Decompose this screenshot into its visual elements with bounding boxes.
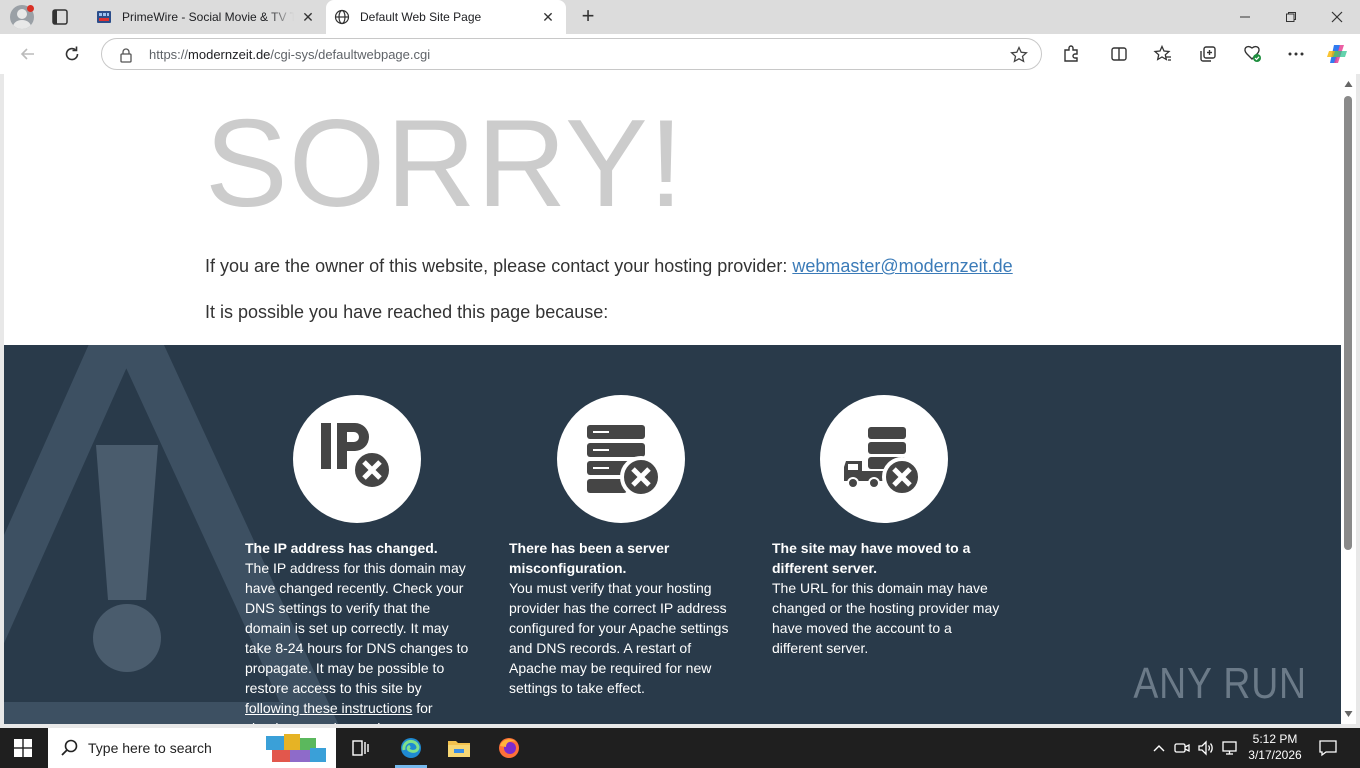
- profile-notification-dot: [27, 5, 34, 12]
- search-placeholder: Type here to search: [88, 740, 212, 756]
- tab-actions-icon[interactable]: [50, 7, 70, 27]
- url-text: https://modernzeit.de/cgi-sys/defaultweb…: [149, 47, 431, 62]
- anyrun-watermark: ANY RUN: [1118, 659, 1322, 709]
- tab-default-page[interactable]: Default Web Site Page ✕: [326, 0, 566, 34]
- site-info-lock-icon[interactable]: [118, 47, 134, 63]
- refresh-icon[interactable]: [58, 40, 86, 68]
- search-highlight-puzzle-icon: [266, 734, 326, 762]
- show-hidden-icons-chevron-icon[interactable]: [1149, 738, 1169, 758]
- reason-body: The URL for this domain may have changed…: [772, 580, 1000, 656]
- tab-title: PrimeWire - Social Movie & TV Trackers: [122, 10, 294, 24]
- reason-body: The IP address for this domain may have …: [245, 560, 469, 724]
- volume-icon[interactable]: [1196, 738, 1216, 758]
- film-favicon-icon: [96, 9, 112, 25]
- copilot-icon[interactable]: [1326, 43, 1348, 65]
- server-moved-icon: [820, 395, 948, 523]
- tab-close-icon[interactable]: ✕: [300, 9, 316, 25]
- network-icon[interactable]: [1220, 738, 1240, 758]
- collections-icon[interactable]: [1197, 43, 1219, 65]
- tab-close-icon[interactable]: ✕: [540, 9, 556, 25]
- reasons-panel: The IP address has changed. The IP addre…: [4, 345, 1341, 724]
- instructions-link[interactable]: following these instructions: [245, 700, 412, 716]
- clock-time: 5:12 PM: [1252, 732, 1298, 746]
- ip-error-icon: [293, 395, 421, 523]
- server-error-icon: [557, 395, 685, 523]
- reason-body: You must verify that your hosting provid…: [509, 580, 729, 696]
- windows-taskbar: Type here to search 5:12 PM 3/17/2026: [0, 728, 1360, 768]
- reason-intro-text: It is possible you have reached this pag…: [205, 302, 609, 322]
- vertical-scrollbar[interactable]: [1341, 74, 1356, 724]
- page-viewport: SORRY! If you are the owner of this webs…: [4, 74, 1341, 724]
- tab-title: Default Web Site Page: [360, 10, 482, 24]
- globe-icon: [334, 9, 350, 25]
- webmaster-email-link[interactable]: webmaster@modernzeit.de: [792, 256, 1012, 276]
- reason-heading: There has been a server misconfiguration…: [509, 540, 670, 576]
- tab-primewire[interactable]: PrimeWire - Social Movie & TV Trackers ✕: [88, 0, 326, 34]
- favorites-icon[interactable]: [1152, 43, 1174, 65]
- new-tab-icon[interactable]: +: [577, 5, 599, 28]
- owner-contact-text: If you are the owner of this website, pl…: [205, 256, 1013, 276]
- clock-date: 3/17/2026: [1248, 748, 1302, 762]
- back-arrow-icon[interactable]: [14, 40, 42, 68]
- meet-now-icon[interactable]: [1172, 738, 1192, 758]
- taskbar-search-box[interactable]: Type here to search: [48, 728, 336, 768]
- firefox-icon[interactable]: [485, 728, 533, 768]
- task-view-icon[interactable]: [336, 728, 384, 768]
- notifications-icon[interactable]: [1318, 738, 1338, 758]
- edge-browser-icon[interactable]: [387, 728, 435, 768]
- watermark-text: ANY RUN: [1133, 659, 1307, 708]
- file-explorer-icon[interactable]: [435, 728, 483, 768]
- more-options-icon[interactable]: [1285, 43, 1307, 65]
- browser-toolbar: https://modernzeit.de/cgi-sys/defaultweb…: [0, 34, 1360, 74]
- page-headline: SORRY!: [205, 95, 685, 233]
- close-window-icon[interactable]: [1314, 0, 1360, 34]
- scroll-up-arrow-icon[interactable]: [1344, 80, 1353, 88]
- restore-icon[interactable]: [1268, 0, 1314, 34]
- favorite-star-icon[interactable]: [1009, 45, 1029, 65]
- split-screen-icon[interactable]: [1108, 43, 1130, 65]
- address-bar[interactable]: https://modernzeit.de/cgi-sys/defaultweb…: [101, 38, 1042, 70]
- reason-heading: The site may have moved to a different s…: [772, 540, 971, 576]
- tab-strip: PrimeWire - Social Movie & TV Trackers ✕…: [0, 0, 1360, 34]
- browser-essentials-icon[interactable]: [1241, 43, 1263, 65]
- scroll-down-arrow-icon[interactable]: [1344, 710, 1353, 718]
- scroll-thumb[interactable]: [1344, 96, 1352, 550]
- minimize-icon[interactable]: [1222, 0, 1268, 34]
- extensions-puzzle-icon[interactable]: [1060, 43, 1082, 65]
- reason-heading: The IP address has changed.: [245, 540, 438, 556]
- system-clock[interactable]: 5:12 PM 3/17/2026: [1244, 731, 1306, 763]
- windows-start-icon[interactable]: [14, 739, 32, 757]
- search-icon: [61, 739, 78, 756]
